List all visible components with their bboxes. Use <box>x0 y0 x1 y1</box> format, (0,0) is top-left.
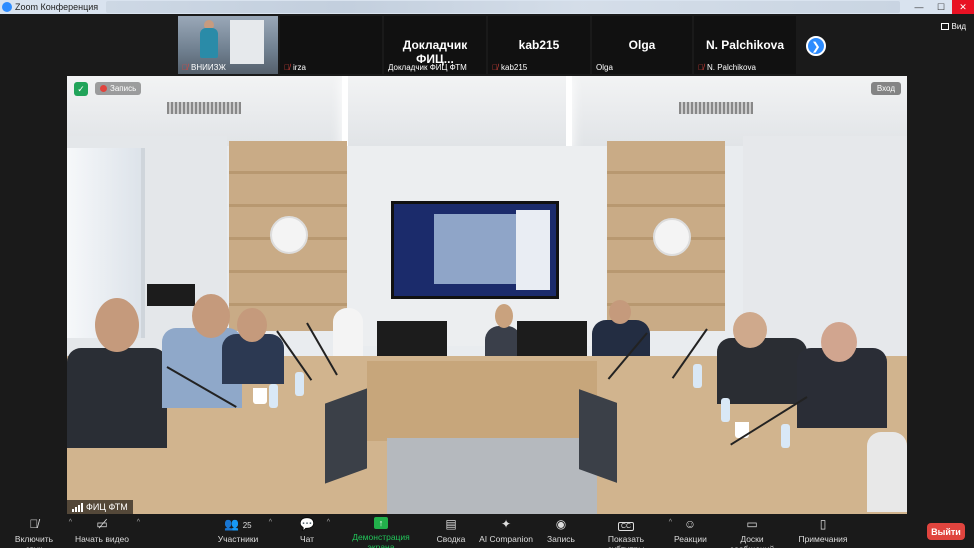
cup <box>253 388 267 404</box>
chevron-up-icon[interactable]: ^ <box>137 519 140 526</box>
record-dot-icon <box>100 85 107 92</box>
chevron-up-icon[interactable]: ^ <box>269 519 272 526</box>
ceiling-light <box>342 76 572 154</box>
wall-tv-screen <box>391 201 559 299</box>
monitor <box>517 321 587 359</box>
main-video: ✓ Запись Вход ФИЦ ФТМ <box>67 76 907 514</box>
ai-companion-button[interactable]: ✦ AI Companion <box>478 517 534 544</box>
next-page-icon[interactable]: ❯ <box>806 36 826 56</box>
chair <box>333 308 363 360</box>
mic-muted-icon: 🎙̸ <box>29 517 39 531</box>
notes-icon: ▯ <box>819 517 827 531</box>
window-controls: — ☐ ✕ <box>908 0 974 14</box>
record-button[interactable]: ◉ Запись <box>546 517 576 544</box>
participant-tile-vniizzh[interactable]: 🎙̸ ВНИИЗЖ <box>178 16 278 74</box>
water-bottle <box>721 398 730 422</box>
whiteboard-icon: ▭ <box>746 517 758 531</box>
summary-icon: ▤ <box>445 517 457 531</box>
chevron-up-icon[interactable]: ^ <box>669 519 672 526</box>
monitor <box>377 321 447 359</box>
ceiling-vent <box>167 102 241 114</box>
mic-muted-icon: 🎙̸ <box>182 63 188 72</box>
participant-person <box>867 432 907 512</box>
leave-button[interactable]: Выйти <box>927 523 965 540</box>
enter-button[interactable]: Вход <box>870 82 901 95</box>
chevron-up-icon[interactable]: ^ <box>327 519 330 526</box>
meeting-toolbar: 🎙̸ Включить звук ^ ▭̸ Начать видео ^ 👥 2… <box>0 514 974 548</box>
participant-label: Докладчик ФИЦ ФТМ <box>388 63 467 72</box>
laptop <box>579 389 617 483</box>
close-icon[interactable]: ✕ <box>952 0 974 14</box>
speaker-name-label: ФИЦ ФТМ <box>67 500 133 514</box>
laptop <box>325 388 367 484</box>
participant-label: 🎙̸ N. Palchikova <box>698 63 756 72</box>
participant-tile-olga[interactable]: Olga Olga <box>592 16 692 74</box>
participant-person <box>67 348 167 448</box>
signal-icon <box>72 502 83 512</box>
unmute-button[interactable]: 🎙̸ Включить звук ^ <box>6 517 72 548</box>
minimize-icon[interactable]: — <box>908 0 930 14</box>
participant-label: Olga <box>596 63 613 72</box>
participant-tile-palchikova[interactable]: N. Palchikova 🎙̸ N. Palchikova <box>694 16 796 74</box>
start-video-button[interactable]: ▭̸ Начать видео ^ <box>74 517 140 544</box>
zoom-app-icon <box>2 2 12 12</box>
view-button[interactable]: Вид <box>940 22 966 31</box>
title-bar: Zoom Конференция — ☐ ✕ <box>0 0 974 14</box>
gallery-strip: 🎙̸ ВНИИЗЖ 🎙̸ irza Докладчик ФИЦ... Докла… <box>0 14 974 76</box>
participant-name: N. Palchikova <box>705 38 785 52</box>
participant-name: kab215 <box>518 38 560 52</box>
participant-tile-speaker[interactable]: Докладчик ФИЦ... Докладчик ФИЦ ФТМ <box>384 16 486 74</box>
maximize-icon[interactable]: ☐ <box>930 0 952 14</box>
water-bottle <box>269 384 278 408</box>
mic-muted-icon: 🎙̸ <box>698 63 704 72</box>
participant-label: 🎙̸ kab215 <box>492 63 528 72</box>
summary-button[interactable]: ▤ Сводка <box>434 517 468 544</box>
reactions-icon: ☺ <box>683 517 697 531</box>
grid-view-icon <box>940 23 949 30</box>
water-bottle <box>295 372 304 396</box>
water-bottle <box>781 424 790 448</box>
water-bottle <box>693 364 702 388</box>
participant-tile-irza[interactable]: 🎙̸ irza <box>280 16 382 74</box>
share-screen-icon: ↑ <box>374 517 388 529</box>
participant-person <box>717 338 807 404</box>
participant-label: 🎙̸ ВНИИЗЖ <box>182 63 226 72</box>
chevron-up-icon[interactable]: ^ <box>69 519 72 526</box>
sparkle-icon: ✦ <box>500 517 512 531</box>
monitor <box>147 284 195 306</box>
shield-icon[interactable]: ✓ <box>74 82 88 96</box>
mic-muted-icon: 🎙̸ <box>284 63 290 72</box>
record-icon: ◉ <box>555 517 567 531</box>
floor <box>387 438 597 514</box>
participant-name: Докладчик ФИЦ... <box>402 38 468 66</box>
taskbar-blur <box>106 1 900 13</box>
wall-logo <box>653 218 691 256</box>
chat-icon: 💬 <box>299 517 315 531</box>
chat-button[interactable]: 💬 Чат ^ <box>294 517 330 544</box>
conference-table-center <box>367 361 597 441</box>
participants-button[interactable]: 👥 25 Участники ^ <box>214 517 272 544</box>
captions-button[interactable]: CC Показать субтитры ^ <box>590 517 672 548</box>
participant-name: Olga <box>628 38 656 52</box>
recording-indicator[interactable]: Запись <box>95 82 142 95</box>
mic-muted-icon: 🎙̸ <box>492 63 498 72</box>
wall-logo <box>270 216 308 254</box>
participant-label: 🎙̸ irza <box>284 63 306 72</box>
captions-icon: CC <box>590 517 662 531</box>
share-screen-button[interactable]: ↑ Демонстрация экрана <box>338 517 424 548</box>
window-title: Zoom Конференция <box>15 2 99 12</box>
participant-tile-kab215[interactable]: kab215 🎙̸ kab215 <box>488 16 590 74</box>
notes-button[interactable]: ▯ Примечания <box>798 517 848 544</box>
whiteboards-button[interactable]: ▭ Доски сообщений <box>718 517 786 548</box>
participants-icon: 👥 25 <box>224 517 252 531</box>
video-off-icon: ▭̸ <box>96 517 108 531</box>
reactions-button[interactable]: ☺ Реакции <box>674 517 707 544</box>
ceiling-vent <box>679 102 753 114</box>
